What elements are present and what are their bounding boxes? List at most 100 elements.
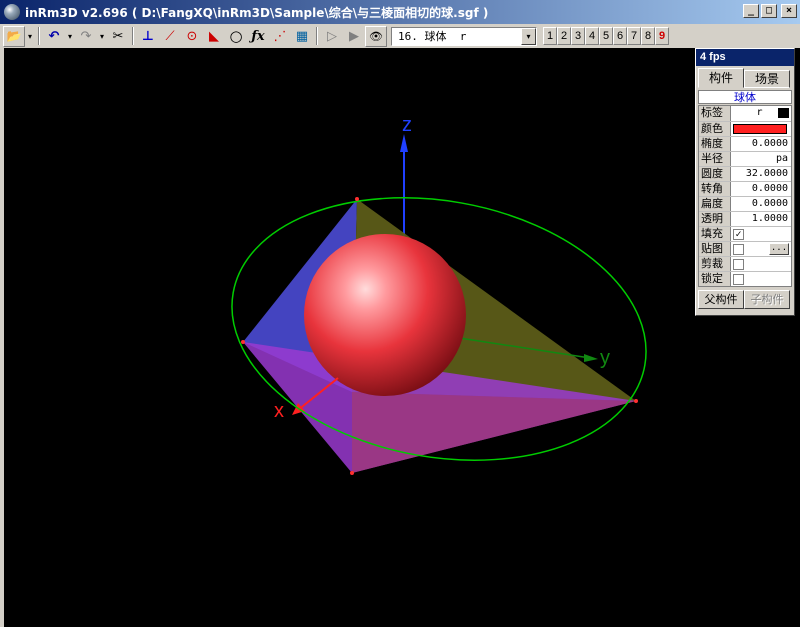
transparency-field[interactable]: 1.0000 bbox=[731, 212, 791, 226]
plane-tool-button[interactable]: ◣ bbox=[203, 26, 225, 47]
prop-row-label: 标签 r bbox=[699, 106, 791, 121]
points-icon: ⋰ bbox=[273, 28, 287, 44]
close-button[interactable]: × bbox=[781, 4, 797, 18]
layer-button-2[interactable]: 2 bbox=[557, 27, 571, 45]
prop-row-color: 颜色 bbox=[699, 121, 791, 136]
color-swatch[interactable] bbox=[733, 124, 787, 134]
axes-icon: ⊥ bbox=[142, 28, 154, 44]
axes-tool-button[interactable]: ⊥ bbox=[137, 26, 159, 47]
circle-tool-button[interactable]: ○ bbox=[225, 26, 247, 47]
layer-buttons: 1 2 3 4 5 6 7 8 9 bbox=[543, 27, 669, 45]
sphere[interactable] bbox=[304, 234, 466, 396]
roundness-field[interactable]: 32.0000 bbox=[731, 167, 791, 181]
layer-button-7[interactable]: 7 bbox=[627, 27, 641, 45]
calculator-icon: ▦ bbox=[295, 28, 309, 44]
object-select-value: 16. 球体 r bbox=[398, 30, 467, 43]
prop-label: 锁定 bbox=[699, 272, 731, 286]
color-field[interactable] bbox=[731, 122, 791, 136]
flatness-field[interactable]: 0.0000 bbox=[731, 197, 791, 211]
toolbar-separator bbox=[132, 27, 134, 45]
chevron-down-icon[interactable]: ▾ bbox=[521, 27, 536, 45]
points-tool-button[interactable]: ⋰ bbox=[269, 26, 291, 47]
prop-label: 填充 bbox=[699, 227, 731, 241]
property-panel: 4 fps 构件 场景 球体 标签 r 颜色 椭度 0.0000 半径 pa 圆 bbox=[695, 48, 795, 316]
rotation-field[interactable]: 0.0000 bbox=[731, 182, 791, 196]
open-dropdown-button[interactable]: ▾ bbox=[25, 26, 35, 47]
app-icon[interactable] bbox=[4, 4, 20, 20]
redo-button[interactable]: ↷ bbox=[75, 26, 97, 47]
function-tool-button[interactable]: ƒx bbox=[247, 26, 269, 47]
object-select[interactable]: 16. 球体 r ▾ bbox=[391, 26, 537, 46]
clip-checkbox[interactable] bbox=[733, 259, 744, 270]
z-axis-label: z bbox=[402, 114, 412, 136]
prop-row-clip: 剪裁 bbox=[699, 256, 791, 271]
circle-point-icon: ⊙ bbox=[186, 28, 198, 44]
toolbar-separator bbox=[38, 27, 40, 45]
lock-field bbox=[731, 272, 791, 286]
layer-button-4[interactable]: 4 bbox=[585, 27, 599, 45]
undo-button[interactable]: ↶ bbox=[43, 26, 65, 47]
open-file-button[interactable]: 📂 bbox=[3, 25, 25, 47]
scene-svg[interactable]: z y x bbox=[4, 48, 800, 627]
layer-button-8[interactable]: 8 bbox=[641, 27, 655, 45]
scene-canvas[interactable]: z y x bbox=[4, 48, 800, 627]
panel-buttons: 父构件 子构件 bbox=[698, 290, 792, 309]
parent-object-button[interactable]: 父构件 bbox=[698, 290, 744, 309]
prop-label: 剪裁 bbox=[699, 257, 731, 271]
vertex-point[interactable] bbox=[634, 399, 638, 403]
scissors-icon: ✂ bbox=[112, 28, 124, 44]
layer-button-1[interactable]: 1 bbox=[543, 27, 557, 45]
prop-row-lock: 锁定 bbox=[699, 271, 791, 286]
tab-scene[interactable]: 场景 bbox=[744, 70, 790, 88]
layer-button-5[interactable]: 5 bbox=[599, 27, 613, 45]
toolbar-separator bbox=[316, 27, 318, 45]
ellipticity-field[interactable]: 0.0000 bbox=[731, 137, 791, 151]
prop-row-rotation: 转角 0.0000 bbox=[699, 181, 791, 196]
vertex-point[interactable] bbox=[350, 471, 354, 475]
prop-row-roundness: 圆度 32.0000 bbox=[699, 166, 791, 181]
calculator-button[interactable]: ▦ bbox=[291, 26, 313, 47]
play-button[interactable]: ▷ bbox=[321, 26, 343, 47]
y-axis-label: y bbox=[600, 347, 610, 369]
texture-browse-button[interactable]: ... bbox=[769, 243, 789, 255]
prop-label: 圆度 bbox=[699, 167, 731, 181]
tab-objects[interactable]: 构件 bbox=[698, 68, 744, 88]
minimize-button[interactable]: _ bbox=[743, 4, 759, 18]
function-icon: ƒx bbox=[251, 28, 265, 44]
layer-button-9[interactable]: 9 bbox=[655, 27, 669, 45]
prop-row-fill: 填充 ✓ bbox=[699, 226, 791, 241]
prop-label: 扁度 bbox=[699, 197, 731, 211]
play-icon: ▷ bbox=[327, 28, 337, 44]
label-field[interactable]: r bbox=[731, 106, 791, 121]
maximize-button[interactable]: □ bbox=[761, 4, 777, 18]
radius-field[interactable]: pa bbox=[731, 152, 791, 166]
y-axis-arrow bbox=[584, 354, 598, 362]
prop-row-texture: 贴图 ... bbox=[699, 241, 791, 256]
circle-point-tool-button[interactable]: ⊙ bbox=[181, 26, 203, 47]
prop-label: 标签 bbox=[699, 106, 731, 121]
folder-open-icon: 📂 bbox=[6, 29, 22, 43]
child-object-button[interactable]: 子构件 bbox=[744, 290, 790, 309]
view-toggle-button[interactable]: 👁 bbox=[365, 25, 387, 47]
vertex-point[interactable] bbox=[241, 340, 245, 344]
prop-row-radius: 半径 pa bbox=[699, 151, 791, 166]
cut-button[interactable]: ✂ bbox=[107, 26, 129, 47]
redo-dropdown-button[interactable]: ▾ bbox=[97, 26, 107, 47]
line-tool-button[interactable]: ⟋ bbox=[159, 26, 181, 47]
window-title: inRm3D v2.696 ( D:\FangXQ\inRm3D\Sample\… bbox=[25, 5, 489, 20]
step-button[interactable]: ▶ bbox=[343, 26, 365, 47]
layer-button-3[interactable]: 3 bbox=[571, 27, 585, 45]
layer-button-6[interactable]: 6 bbox=[613, 27, 627, 45]
fill-checkbox[interactable]: ✓ bbox=[733, 229, 744, 240]
plane-icon: ◣ bbox=[209, 28, 219, 44]
clip-field bbox=[731, 257, 791, 271]
texture-checkbox[interactable] bbox=[733, 244, 744, 255]
prop-row-flatness: 扁度 0.0000 bbox=[699, 196, 791, 211]
undo-dropdown-button[interactable]: ▾ bbox=[65, 26, 75, 47]
prop-label: 贴图 bbox=[699, 242, 731, 256]
vertex-point[interactable] bbox=[355, 197, 359, 201]
lock-checkbox[interactable] bbox=[733, 274, 744, 285]
title-bar: inRm3D v2.696 ( D:\FangXQ\inRm3D\Sample\… bbox=[0, 0, 800, 24]
label-color-swatch[interactable] bbox=[778, 108, 789, 118]
z-axis-arrow bbox=[400, 134, 408, 152]
